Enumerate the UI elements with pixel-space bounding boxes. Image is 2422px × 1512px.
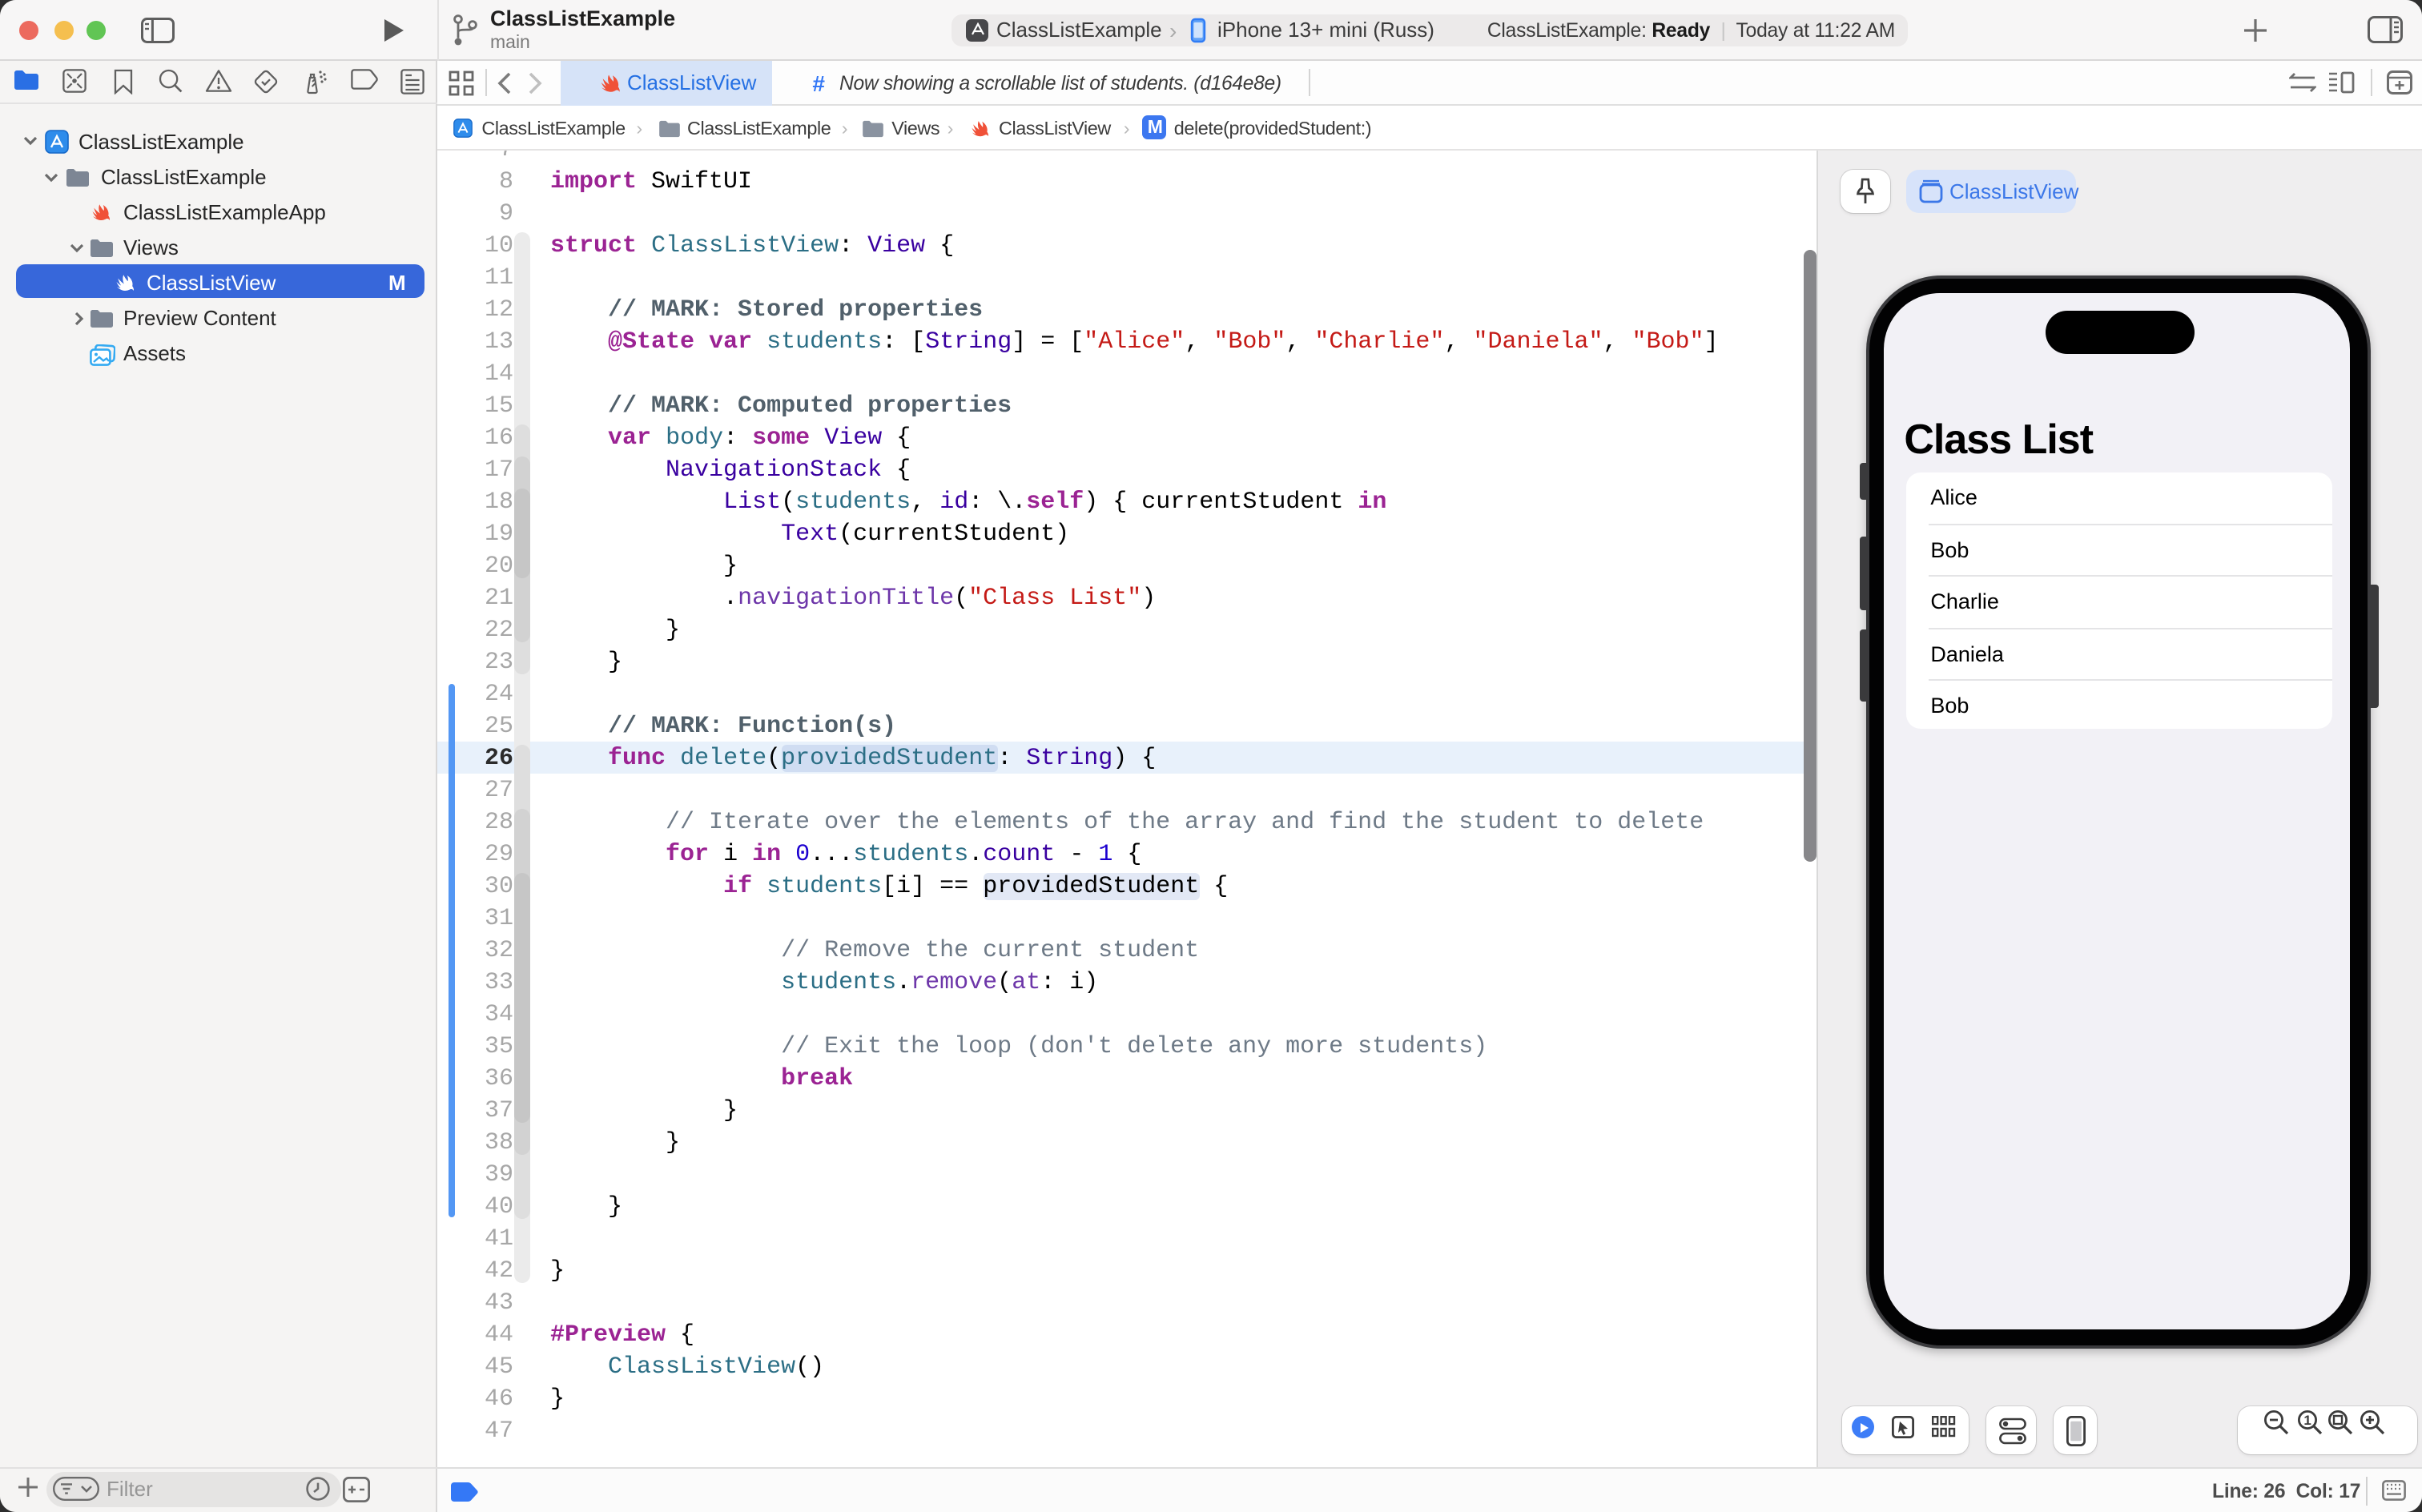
svg-text:1: 1: [2303, 1412, 2311, 1427]
svg-text:#: #: [812, 72, 825, 94]
